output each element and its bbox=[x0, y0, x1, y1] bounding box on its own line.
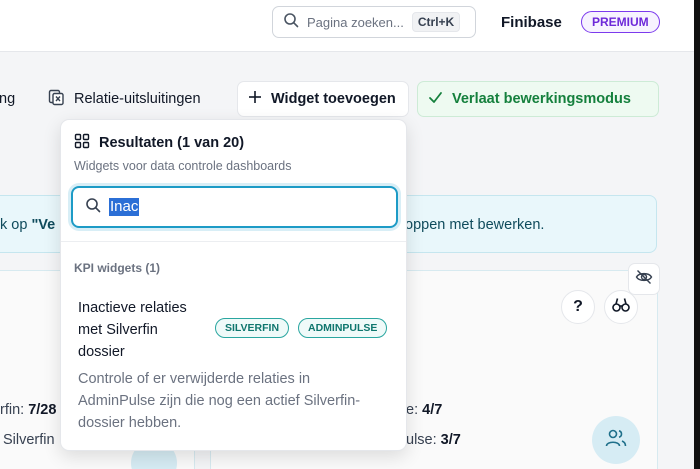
search-shortcut: Ctrl+K bbox=[411, 12, 461, 32]
exit-edit-mode-button[interactable]: Verlaat bewerkingsmodus bbox=[417, 81, 659, 117]
left-card-stat-1: rfin: 7/28 bbox=[0, 402, 57, 418]
check-icon bbox=[428, 90, 452, 109]
right-card-stat-2: ulse: 3/7 bbox=[406, 432, 461, 448]
users-icon-circle bbox=[592, 416, 640, 464]
inspect-button[interactable] bbox=[604, 290, 638, 324]
binoculars-icon bbox=[612, 297, 630, 318]
group-label-kpi: KPI widgets (1) bbox=[74, 261, 161, 275]
widget-search-dropdown: Resultaten (1 van 20) Widgets voor data … bbox=[60, 119, 407, 451]
premium-badge[interactable]: PREMIUM bbox=[581, 11, 660, 33]
banner-text-right: oppen met bewerken. bbox=[405, 217, 545, 233]
add-widget-button[interactable]: Widget toevoegen bbox=[237, 81, 409, 117]
hide-widget-button[interactable] bbox=[628, 263, 660, 295]
relation-exclusions-button[interactable]: Relatie-uitsluitingen bbox=[37, 81, 212, 117]
plus-icon bbox=[248, 90, 271, 108]
tag-silverfin: SILVERFIN bbox=[215, 318, 290, 338]
results-header: Resultaten (1 van 20) bbox=[74, 133, 244, 153]
exclusion-file-icon bbox=[48, 89, 74, 110]
search-placeholder: Pagina zoeken... bbox=[307, 14, 404, 30]
banner-text-left: k op "Ve bbox=[0, 217, 56, 233]
search-icon bbox=[283, 12, 299, 33]
window-edge bbox=[694, 0, 700, 469]
divider bbox=[61, 241, 406, 242]
widget-search-value: Inac bbox=[109, 198, 140, 216]
help-button[interactable]: ? bbox=[561, 290, 595, 324]
question-mark-icon: ? bbox=[573, 298, 583, 315]
eye-off-icon bbox=[635, 268, 653, 291]
results-title: Resultaten (1 van 20) bbox=[99, 135, 245, 151]
results-subtitle: Widgets voor data controle dashboards bbox=[74, 159, 292, 173]
result-item-title: Inactieve relaties met Silverfin dossier bbox=[78, 300, 187, 360]
brand-name[interactable]: Finibase bbox=[501, 14, 562, 31]
top-header: Pagina zoeken... Ctrl+K Finibase PREMIUM bbox=[0, 0, 700, 52]
page-search-box[interactable]: Pagina zoeken... Ctrl+K bbox=[272, 6, 476, 38]
widget-search-input[interactable]: Inac bbox=[71, 186, 398, 228]
result-item-description: Controle of er verwijderde relaties in A… bbox=[78, 371, 361, 431]
relation-exclusions-label: Relatie-uitsluitingen bbox=[74, 91, 201, 107]
grid-icon bbox=[74, 133, 99, 153]
toolbar-item-partial[interactable]: ng bbox=[0, 91, 15, 107]
right-card-stat-1: e: 4/7 bbox=[406, 402, 443, 418]
tag-adminpulse: ADMINPULSE bbox=[298, 318, 388, 338]
search-icon bbox=[85, 197, 101, 218]
exit-edit-mode-label: Verlaat bewerkingsmodus bbox=[452, 91, 631, 107]
add-widget-label: Widget toevoegen bbox=[271, 91, 396, 107]
users-icon bbox=[605, 428, 627, 453]
left-card-stat-2: Silverfin bbox=[3, 432, 55, 448]
